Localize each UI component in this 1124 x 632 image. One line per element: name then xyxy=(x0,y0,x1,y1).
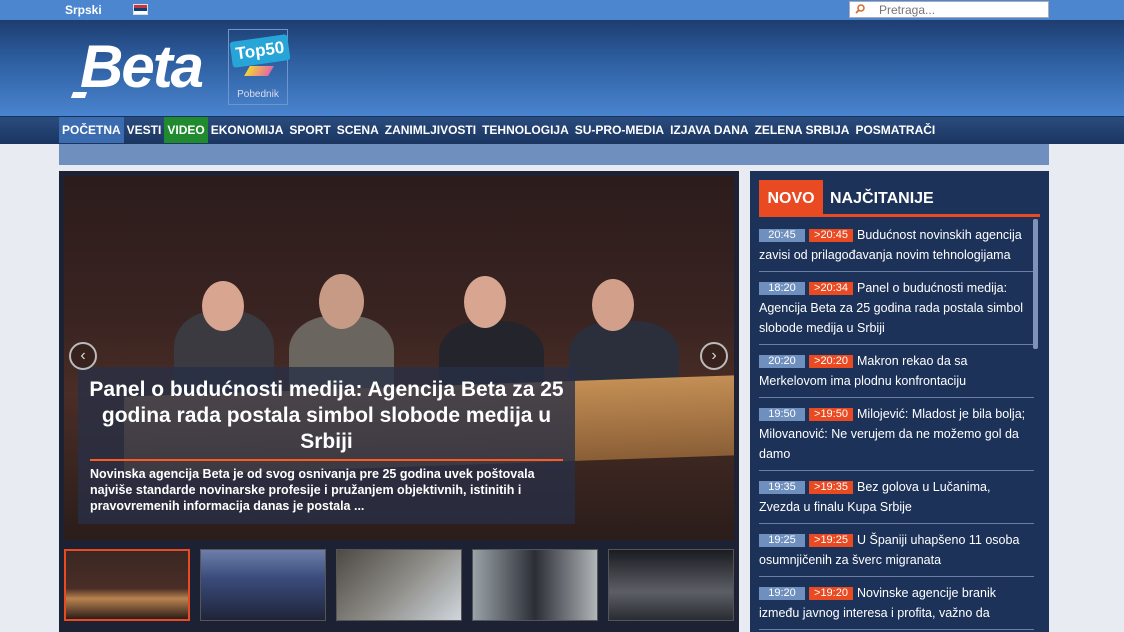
news-updated-time: >20:20 xyxy=(809,355,853,368)
news-time: 18:20 xyxy=(759,282,805,295)
search-box xyxy=(849,1,1049,18)
nav-item[interactable]: EKONOMIJA xyxy=(208,117,287,143)
news-updated-time: >19:35 xyxy=(809,481,853,494)
featured-title[interactable]: Panel o budućnosti medija: Agencija Beta… xyxy=(88,377,565,455)
nav-item[interactable]: POSMATRAČI xyxy=(852,117,938,143)
tab-novo[interactable]: NOVO xyxy=(759,180,823,217)
search-input[interactable] xyxy=(879,2,1044,17)
news-time: 19:35 xyxy=(759,481,805,494)
news-scrollbar[interactable] xyxy=(1033,219,1038,349)
news-item[interactable]: 20:45 >20:45 Budućnost novinskih agencija … xyxy=(759,219,1034,272)
tab-najcitanije[interactable]: NAJČITANIJE xyxy=(830,180,980,217)
news-updated-time: >19:50 xyxy=(809,408,853,421)
news-updated-time: >19:20 xyxy=(809,587,853,600)
featured-caption[interactable]: Panel o budućnosti medija: Agencija Beta… xyxy=(78,367,575,524)
news-time: 19:20 xyxy=(759,587,805,600)
main-navigation: POČETNA VESTI VIDEO EKONOMIJA SPORT SCENA ZANI… xyxy=(0,116,1124,144)
news-item[interactable]: 18:20 >20:34 Panel o budućnosti medija: Ag… xyxy=(759,272,1034,345)
nav-item[interactable]: TEHNOLOGIJA xyxy=(479,117,572,143)
nav-list: POČETNA VESTI VIDEO EKONOMIJA SPORT SCENA ZANI… xyxy=(59,117,938,145)
news-item[interactable]: 19:25 >19:25 U Španiji uhapšeno 11 osoba o… xyxy=(759,524,1034,577)
news-list: 20:45 >20:45 Budućnost novinskih agencija … xyxy=(759,219,1034,632)
news-updated-time: >20:34 xyxy=(809,282,853,295)
prev-slide-icon[interactable]: ‹ xyxy=(69,342,97,370)
thumbnail-3[interactable] xyxy=(336,549,462,621)
magnifier-icon[interactable] xyxy=(855,4,865,14)
nav-item[interactable]: ZANIMLJIVOSTI xyxy=(382,117,479,143)
slider-thumbnails xyxy=(64,549,734,621)
sub-navigation-bar xyxy=(59,144,1049,165)
nav-item[interactable]: VIDEO xyxy=(164,117,208,143)
thumbnail-2[interactable] xyxy=(200,549,326,621)
serbia-flag-icon[interactable] xyxy=(133,4,148,15)
top50-award-label: Pobednik xyxy=(237,89,279,100)
logo-text: Beta xyxy=(80,33,204,100)
news-item[interactable]: 20:20 >20:20 Makron rekao da sa Merkelovom… xyxy=(759,345,1034,398)
nav-item[interactable]: SPORT xyxy=(286,117,333,143)
thumbnail-4[interactable] xyxy=(472,549,598,621)
thumbnail-1[interactable] xyxy=(64,549,190,621)
site-header: Beta Top50 Pobednik xyxy=(0,20,1124,116)
news-updated-time: >19:25 xyxy=(809,534,853,547)
news-item[interactable]: 19:20 >19:20 Novinske agencije branik izme… xyxy=(759,577,1034,630)
nav-item[interactable]: SU-PRO-MEDIA xyxy=(572,117,667,143)
news-updated-time: >20:45 xyxy=(809,229,853,242)
thumbnail-5[interactable] xyxy=(608,549,734,621)
news-item[interactable]: 19:35 >19:35 Bez golova u Lučanima, Zvezda… xyxy=(759,471,1034,524)
news-sidebar: NOVO NAJČITANIJE 20:45 >20:45 Budućnost no… xyxy=(750,171,1049,632)
featured-summary: Novinska agencija Beta je od svog osniva… xyxy=(90,467,535,513)
language-link[interactable]: Srpski xyxy=(65,3,102,17)
beta-logo[interactable]: Beta xyxy=(70,32,212,102)
news-time: 20:20 xyxy=(759,355,805,368)
nav-item[interactable]: VESTI xyxy=(124,117,165,143)
nav-item[interactable]: POČETNA xyxy=(59,117,124,143)
nav-item[interactable]: SCENA xyxy=(334,117,382,143)
news-time: 19:25 xyxy=(759,534,805,547)
featured-photo[interactable]: Panel o budućnosti medija: Agencija Beta… xyxy=(64,176,734,540)
next-slide-icon[interactable]: › xyxy=(700,342,728,370)
featured-slider: Panel o budućnosti medija: Agencija Beta… xyxy=(59,171,739,632)
news-time: 19:50 xyxy=(759,408,805,421)
top50-award-badge: Top50 Pobednik xyxy=(228,29,291,105)
news-time: 20:45 xyxy=(759,229,805,242)
news-item[interactable]: 19:50 >19:50 Milojević: Mladost je bila bo… xyxy=(759,398,1034,471)
nav-item[interactable]: ZELENA SRBIJA xyxy=(752,117,853,143)
top50-badge-text: Top50 xyxy=(229,34,291,68)
nav-item[interactable]: IZJAVA DANA xyxy=(667,117,751,143)
top-bar: Srpski xyxy=(0,0,1124,20)
news-tabs: NOVO NAJČITANIJE xyxy=(759,180,1040,217)
